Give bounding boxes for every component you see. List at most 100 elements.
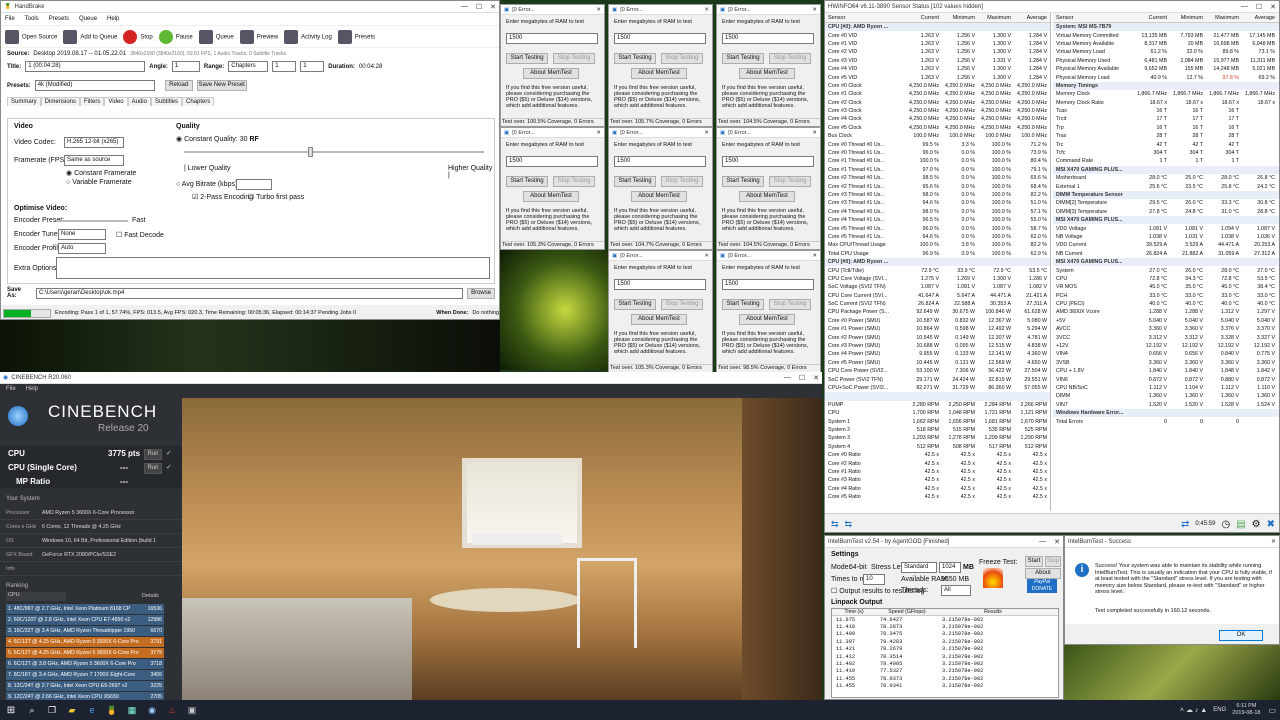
- minimize-icon[interactable]: —: [1241, 3, 1248, 11]
- reload-button[interactable]: Reload: [164, 80, 193, 91]
- tab-subtitles[interactable]: Subtitles: [150, 97, 182, 106]
- sensor-row[interactable]: System 27.0 °C 26.0 °C 28.0 °C 27.0 °C: [1053, 266, 1279, 274]
- details-button[interactable]: Details: [142, 593, 159, 599]
- sensor-row[interactable]: CPU (Tctl/Tdie) 72.9 °C 33.9 °C 72.9 °C 53.5…: [825, 266, 1050, 274]
- sensor-row[interactable]: System 1 1,662 RPM 1,656 RPM 1,681 RPM 1,670…: [825, 417, 1050, 425]
- abr-radio[interactable]: ○ Avg Bitrate (kbps):: [176, 181, 239, 188]
- ranking-item[interactable]: 8. 12C/24T @ 2.7 GHz, Intel Xeon CPU E5-…: [6, 681, 164, 691]
- ram-input[interactable]: 1500: [614, 279, 706, 290]
- sensor-row[interactable]: Core #3 Thread #0 Us... 98.0 % 0.0 % 100.0 …: [825, 191, 1050, 199]
- stress-level-select[interactable]: Standard: [901, 562, 937, 573]
- sensor-row[interactable]: Core #5 Clock 4,250.0 MHz 4,250.0 MHz 4,250…: [825, 124, 1050, 132]
- sensor-row[interactable]: Core #1 Ratio 42.5 x 42.5 x 42.5 x 42.5 x: [825, 468, 1050, 476]
- settings-icon[interactable]: ⚙: [1252, 519, 1261, 530]
- start-testing-button[interactable]: Start Testing: [722, 299, 764, 310]
- sensor-row[interactable]: Memory Clock Ratio 18.67 x 18.67 x 18.67 x 1…: [1053, 99, 1279, 107]
- col-header-average[interactable]: Average: [1239, 15, 1275, 21]
- browse-button[interactable]: Browse: [467, 287, 495, 299]
- ranking-select[interactable]: CPU: [6, 592, 66, 601]
- sensor-row[interactable]: Core #4 Clock 4,250.0 MHz 4,250.0 MHz 4,250…: [825, 115, 1050, 123]
- close-icon[interactable]: ✕: [490, 3, 496, 11]
- sensor-row[interactable]: DIMM 1.360 V 1.360 V 1.360 V 1.360 V: [1053, 392, 1279, 400]
- stop-button[interactable]: Stop: [1045, 556, 1061, 567]
- pause-button[interactable]: Pause: [158, 29, 193, 44]
- tab-dimensions[interactable]: Dimensions: [40, 97, 81, 106]
- sensor-row[interactable]: Bus Clock 100.0 MHz 100.0 MHz 100.0 MHz 100.…: [825, 132, 1050, 140]
- sensor-row[interactable]: AMD 3600X Vcore 1.288 V 1.288 V 1.312 V 1.29…: [1053, 308, 1279, 316]
- stop-testing-button[interactable]: Stop Testing: [769, 53, 811, 64]
- about-memtest-button[interactable]: About MemTest: [631, 191, 687, 202]
- col-header-maximum[interactable]: Maximum: [1203, 15, 1239, 21]
- report-icon[interactable]: ▤: [1236, 519, 1245, 530]
- sensor-row[interactable]: Core #2 Power (SMU) 10.545 W 0.149 W 12.307…: [825, 333, 1050, 341]
- sensor-row[interactable]: NB Current 26.824 A 21.882 A 31.059 A 27.312…: [1053, 250, 1279, 258]
- framerate-select[interactable]: Same as source: [64, 155, 124, 166]
- edge-browser-icon[interactable]: e: [82, 705, 102, 715]
- range-from-select[interactable]: 1: [272, 61, 297, 72]
- cfr-radio[interactable]: ◉ Constant Framerate: [66, 169, 136, 177]
- ranking-item[interactable]: 5. 6C/12T @ 4.25 GHz, AMD Ryzen 5 3600X …: [6, 648, 164, 658]
- sensor-row[interactable]: Core #5 Thread #0 Us... 96.0 % 0.0 % 100.0 …: [825, 224, 1050, 232]
- ranking-item[interactable]: 3. 16C/32T @ 3.4 GHz, AMD Ryzen Threadri…: [6, 626, 164, 636]
- sensor-row[interactable]: Core #1 VID 1.263 V 1.256 V 1.300 V 1.284 V: [825, 40, 1050, 48]
- sensor-row[interactable]: External 1 25.6 °C 23.5 °C 25.8 °C 24.2 °C: [1053, 182, 1279, 190]
- col-header-current[interactable]: Current: [1131, 15, 1167, 21]
- paypal-donate-button[interactable]: PayPal DONATE: [1027, 579, 1057, 593]
- two-pass-checkbox[interactable]: ☑ 2-Pass Encoding: [192, 193, 253, 201]
- menu-file[interactable]: File: [6, 386, 16, 396]
- sensor-row[interactable]: CPU 1,700 RPM 1,048 RPM 1,721 RPM 1,121 RPM: [825, 409, 1050, 417]
- clock[interactable]: 6:11 PM 2019-08-18: [1232, 703, 1260, 717]
- sensor-row[interactable]: SoC Current (SVI2 TFN) 26.824 A 22.588 A 30…: [825, 300, 1050, 308]
- about-button[interactable]: About: [1025, 568, 1061, 579]
- sensor-row[interactable]: VIN6 0.872 V 0.872 V 0.880 V 0.872 V: [1053, 375, 1279, 383]
- task-view-icon[interactable]: ❐: [42, 705, 62, 716]
- sensor-row[interactable]: Core #0 Thread #0 Us... 99.5 % 3.3 % 100.0 …: [825, 140, 1050, 148]
- sensor-row[interactable]: SoC Voltage (SVI2 TFN) 1.087 V 1.081 V 1.08…: [825, 283, 1050, 291]
- sensor-row[interactable]: Core #3 Ratio 42.5 x 42.5 x 42.5 x 42.5 x: [825, 476, 1050, 484]
- menu-presets[interactable]: Presets: [49, 16, 69, 22]
- about-memtest-button[interactable]: About MemTest: [739, 68, 795, 79]
- sensor-row[interactable]: Core #0 Ratio 42.5 x 42.5 x 42.5 x 42.5 x: [825, 451, 1050, 459]
- sensor-row[interactable]: Core #2 Thread #1 Us... 95.6 % 0.0 % 100.0 …: [825, 182, 1050, 190]
- col-header-sensor[interactable]: Sensor: [825, 15, 903, 21]
- close-icon[interactable]: ✕: [812, 253, 817, 259]
- turbo-checkbox[interactable]: ☐ Turbo first pass: [248, 193, 304, 201]
- close-sensors-icon[interactable]: ✖: [1267, 519, 1275, 530]
- sensor-row[interactable]: Core #1 Thread #1 Us... 97.0 % 0.0 % 100.0 …: [825, 166, 1050, 174]
- nav-right-icon[interactable]: ⇆: [845, 519, 853, 530]
- sensor-row[interactable]: Max CPU/Thread Usage 100.0 % 3.8 % 100.0 % 8…: [825, 241, 1050, 249]
- ranking-item[interactable]: 1. 48C/96T @ 2.7 GHz, Intel Xeon Platinu…: [6, 604, 164, 614]
- sensor-group-header[interactable]: System: MSI MS-7B79: [1053, 23, 1279, 32]
- about-memtest-button[interactable]: About MemTest: [631, 68, 687, 79]
- sensor-row[interactable]: VR MOS 45.0 °C 35.0 °C 45.0 °C 38.4 °C: [1053, 283, 1279, 291]
- sensor-row[interactable]: Core #2 Thread #0 Us... 98.5 % 0.0 % 100.0 …: [825, 174, 1050, 182]
- sensor-row[interactable]: CPU Core Power (SVI2... 53.100 W 7.306 W 56…: [825, 367, 1050, 375]
- close-icon[interactable]: ✕: [704, 253, 709, 259]
- start-testing-button[interactable]: Start Testing: [722, 53, 764, 64]
- sensor-row[interactable]: Core #1 Power (SMU) 10.864 W 0.598 W 12.492…: [825, 325, 1050, 333]
- sensor-row[interactable]: Tcfc 304 T 304 T 304 T: [1053, 149, 1279, 157]
- sensor-row[interactable]: Trc 42 T 42 T 42 T: [1053, 140, 1279, 148]
- run-single-button[interactable]: Run: [144, 463, 162, 474]
- sensor-row[interactable]: Core #4 Thread #1 Us... 96.5 % 0.0 % 100.0 …: [825, 216, 1050, 224]
- sensor-row[interactable]: CPU (PECI) 40.0 °C 40.0 °C 40.0 °C 40.0 °C: [1053, 300, 1279, 308]
- quality-slider[interactable]: [184, 147, 484, 157]
- sensor-group-header[interactable]: MSI X470 GAMING PLUS...: [1053, 165, 1279, 175]
- sensor-row[interactable]: Core #3 VID 1.263 V 1.256 V 1.331 V 1.284 V: [825, 57, 1050, 65]
- sensor-row[interactable]: CPU NB/SoC 1.112 V 1.104 V 1.112 V 1.110 V: [1053, 384, 1279, 392]
- network-icon[interactable]: ⇄: [1181, 519, 1189, 530]
- sensor-row[interactable]: Core #5 VID 1.263 V 1.256 V 1.300 V 1.284 V: [825, 73, 1050, 81]
- range-select[interactable]: Chapters: [228, 61, 269, 72]
- sensor-row[interactable]: System 2 518 RPM 515 RPM 535 RPM 525 RPM: [825, 426, 1050, 434]
- sensor-row[interactable]: Core #5 Thread #1 Us... 94.6 % 0.0 % 100.0 …: [825, 233, 1050, 241]
- close-icon[interactable]: ✕: [813, 374, 819, 382]
- encoder-tune-select[interactable]: None: [58, 229, 106, 240]
- close-icon[interactable]: ✕: [596, 130, 601, 136]
- close-icon[interactable]: ✕: [704, 7, 709, 13]
- sensor-row[interactable]: VIN7 1.520 V 1.520 V 1.528 V 1.524 V: [1053, 401, 1279, 409]
- sensor-row[interactable]: Core #4 Power (SMU) 9.955 W 0.133 W 12.141 …: [825, 350, 1050, 358]
- close-icon[interactable]: ✕: [812, 130, 817, 136]
- minimize-icon[interactable]: —: [461, 3, 468, 11]
- col-header-minimum[interactable]: Minimum: [1167, 15, 1203, 21]
- sensor-row[interactable]: Core #3 Thread #1 Us... 94.6 % 0.0 % 100.0 …: [825, 199, 1050, 207]
